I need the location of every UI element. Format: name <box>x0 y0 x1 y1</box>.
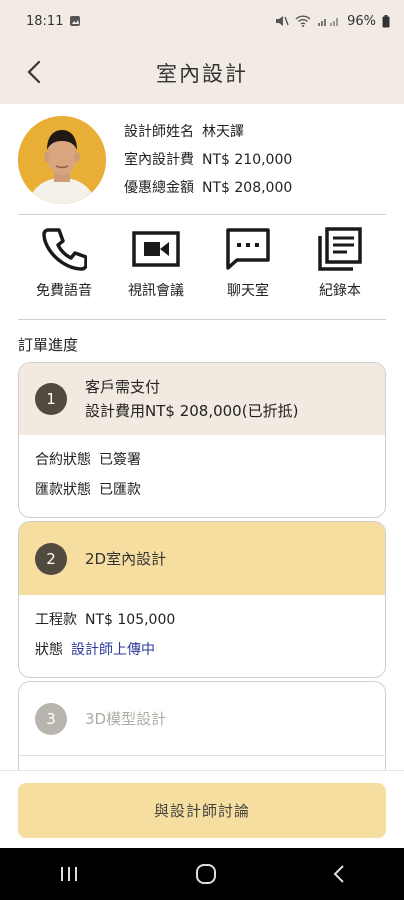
order-step-2-body: 工程款 NT$ 105,000 狀態 設計師上傳中 <box>19 595 385 675</box>
design-fee-label: 室內設計費 <box>124 152 194 168</box>
discount-total-label: 優惠總金額 <box>124 180 194 196</box>
divider <box>18 319 386 320</box>
designer-details: 設計師姓名 林天譯 室內設計費 NT$ 210,000 優惠總金額 NT$ 208,0… <box>124 118 292 202</box>
system-navigation-bar <box>0 848 404 900</box>
status-bar: 18:11 96% <box>0 0 404 42</box>
free-voice-call-label: 免費語音 <box>36 283 92 299</box>
recent-apps-icon[interactable] <box>58 865 80 883</box>
mute-icon <box>276 16 289 26</box>
video-meeting-label: 視訊會議 <box>128 283 184 299</box>
free-voice-call-button[interactable]: 免費語音 <box>24 226 104 308</box>
video-icon <box>132 231 180 267</box>
order-step-1-header: 1 客戶需支付 設計費用NT$ 208,000(已折抵) <box>19 363 385 435</box>
order-step-1-card[interactable]: 1 客戶需支付 設計費用NT$ 208,000(已折抵) 合約狀態 已簽署 匯款狀… <box>18 362 386 518</box>
contract-status-label: 合約狀態 <box>35 452 91 468</box>
back-nav-icon[interactable] <box>332 864 346 884</box>
battery-percentage: 96% <box>347 13 376 29</box>
page-title: 室內設計 <box>156 62 248 86</box>
wifi-icon <box>295 15 311 27</box>
step-number-badge: 1 <box>35 383 67 415</box>
step-1-subtitle: 設計費用NT$ 208,000(已折抵) <box>85 402 299 420</box>
step-1-title: 客戶需支付 <box>85 378 161 396</box>
back-button[interactable] <box>22 58 46 86</box>
designer-avatar[interactable] <box>18 116 106 204</box>
video-meeting-button[interactable]: 視訊會議 <box>116 226 196 308</box>
step-2-status-label: 狀態 <box>35 642 63 658</box>
remittance-status-value: 已匯款 <box>99 482 141 498</box>
home-icon[interactable] <box>195 863 217 885</box>
order-progress-title: 訂單進度 <box>18 336 79 354</box>
remittance-status-label: 匯款狀態 <box>35 482 91 498</box>
step-number-badge: 2 <box>35 542 67 575</box>
battery-icon <box>382 14 390 27</box>
order-step-1-body: 合約狀態 已簽署 匯款狀態 已匯款 <box>19 435 385 515</box>
notebook-label: 紀錄本 <box>319 283 361 299</box>
order-step-3-header: 3 3D模型設計 <box>19 682 385 755</box>
discuss-with-designer-button[interactable]: 與設計師討論 <box>18 783 386 838</box>
chat-room-button[interactable]: 聊天室 <box>208 226 288 308</box>
status-time: 18:11 <box>26 13 64 29</box>
designer-info: 設計師姓名 林天譯 室內設計費 NT$ 210,000 優惠總金額 NT$ 208,0… <box>18 112 386 208</box>
order-step-2-card[interactable]: 2 2D室內設計 工程款 NT$ 105,000 狀態 設計師上傳中 <box>18 521 386 678</box>
contract-status-value: 已簽署 <box>99 452 141 468</box>
step-3-title: 3D模型設計 <box>85 709 167 728</box>
discount-total: NT$ 208,000 <box>202 180 293 196</box>
avatar-photo <box>18 116 106 204</box>
step-2-status-value[interactable]: 設計師上傳中 <box>71 642 155 658</box>
step-number-badge: 3 <box>35 702 67 735</box>
design-fee: NT$ 210,000 <box>202 152 293 168</box>
app-bar: 室內設計 <box>0 42 404 104</box>
construction-fee-value: NT$ 105,000 <box>85 612 176 628</box>
divider <box>19 755 385 756</box>
designer-name: 林天譯 <box>202 124 244 140</box>
designer-name-label: 設計師姓名 <box>124 124 194 140</box>
step-2-title: 2D室內設計 <box>85 549 167 568</box>
contact-actions: 免費語音 視訊會議 聊天室 紀錄本 <box>18 226 386 308</box>
chat-icon <box>226 228 270 270</box>
bottom-action-area: 與設計師討論 <box>0 770 404 849</box>
notebook-button[interactable]: 紀錄本 <box>300 226 380 308</box>
chevron-left-icon <box>27 60 41 84</box>
construction-fee-label: 工程款 <box>35 612 77 628</box>
signal-icon <box>318 18 339 26</box>
order-step-2-header: 2 2D室內設計 <box>19 522 385 595</box>
phone-icon <box>42 228 87 271</box>
photo-notification-icon <box>70 16 81 26</box>
chat-room-label: 聊天室 <box>227 283 269 299</box>
notebook-icon <box>318 227 362 271</box>
divider <box>18 214 386 215</box>
